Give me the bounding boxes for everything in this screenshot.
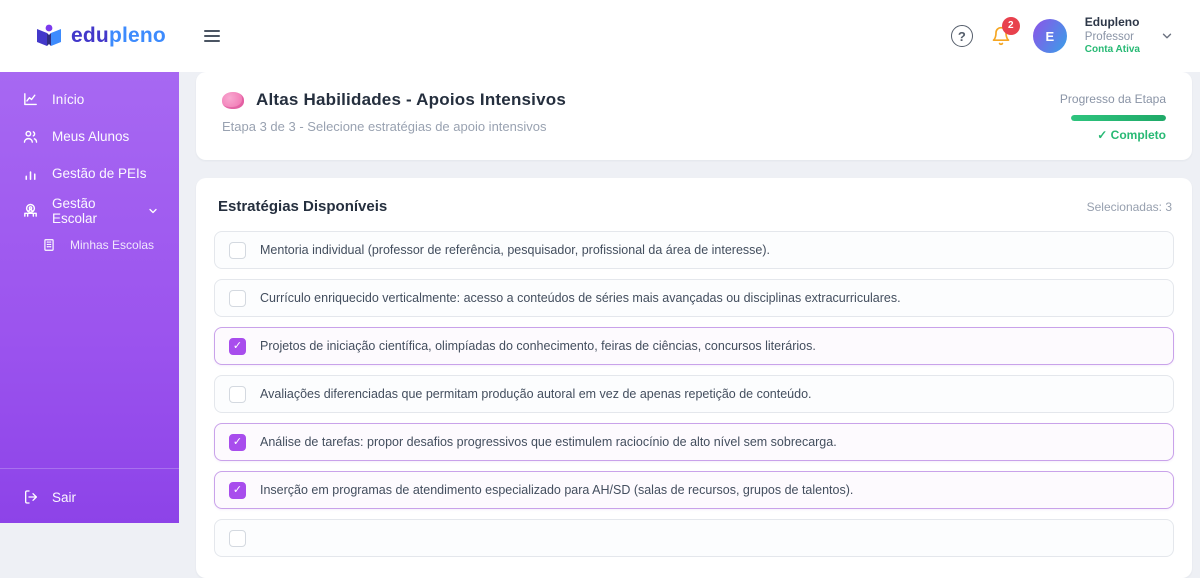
help-icon[interactable]: ? [950,25,973,47]
sidebar-item-meus-alunos[interactable]: Meus Alunos [0,118,179,155]
strategy-row-partial[interactable]: ✓ [214,519,1174,557]
building-icon [40,238,57,252]
user-name: Edupleno [1084,15,1140,30]
user-info[interactable]: Edupleno Professor Conta Ativa [1085,15,1140,57]
chevron-down-icon [147,205,159,217]
step-header-card: Altas Habilidades - Apoios Intensivos Et… [196,72,1192,160]
top-header: edupleno ? 2 E Edupleno Professor Conta … [0,0,1200,72]
logo-book-icon [37,24,61,46]
strategy-checkbox[interactable]: ✓ [229,481,246,499]
line-chart-icon [22,91,39,108]
strategy-checkbox[interactable]: ✓ [229,289,246,307]
strategy-row[interactable]: ✓ Mentoria individual (professor de refe… [214,231,1174,269]
strategy-row[interactable]: ✓ Inserção em programas de atendimento e… [214,471,1174,509]
strategy-label: Projetos de iniciação científica, olimpí… [260,339,816,353]
notification-badge: 2 [1001,17,1020,35]
sidebar-item-minhas-escolas[interactable]: Minhas Escolas [0,229,179,261]
bar-chart-icon [22,165,39,182]
sidebar-item-label: Meus Alunos [52,129,130,144]
sidebar-footer: Sair [0,468,179,523]
strategy-row[interactable]: ✓ Projetos de iniciação científica, olim… [214,327,1174,365]
check-icon: ✓ [232,483,243,496]
sidebar-item-gestao-de-peis[interactable]: Gestão de PEIs [0,155,179,192]
strategy-list: ✓ Mentoria individual (professor de refe… [214,231,1174,557]
strategies-title: Estratégias Disponíveis [218,198,388,215]
sidebar-item-label: Sair [52,489,77,505]
logout-icon [22,489,39,505]
page-title: Altas Habilidades - Apoios Intensivos [256,90,566,109]
menu-toggle-icon[interactable] [200,26,224,46]
strategy-checkbox[interactable]: ✓ [229,241,246,259]
sidebar-item-label: Gestão Escolar [52,195,98,226]
user-menu-chevron-down-icon[interactable] [1160,29,1174,43]
strategy-row[interactable]: ✓ Avaliações diferenciadas que permitam … [214,375,1174,413]
brain-icon [222,91,244,109]
sidebar: Início Meus Alunos Gestão de PEIs Gestão… [0,72,179,523]
check-icon: ✓ [232,435,243,448]
strategy-checkbox[interactable]: ✓ [229,433,246,451]
app-logo[interactable]: edupleno [34,23,166,49]
strategy-checkbox[interactable]: ✓ [229,337,246,355]
selected-count: Selecionadas: 3 [1086,199,1172,214]
strategy-label: Mentoria individual (professor de referê… [260,243,771,257]
logo-text: edupleno [71,24,166,47]
strategy-label: Currículo enriquecido verticalmente: ace… [260,291,901,305]
main-content: Altas Habilidades - Apoios Intensivos Et… [179,72,1200,578]
notifications-bell-icon[interactable]: 2 [991,17,1020,47]
sidebar-item-gestao-escolar[interactable]: Gestão Escolar [0,192,179,229]
strategy-row[interactable]: ✓ Análise de tarefas: propor desafios pr… [214,423,1174,461]
progress-block: Progresso da Etapa ✓ Completo [1060,90,1166,142]
strategy-row[interactable]: ✓ Currículo enriquecido verticalmente: a… [214,279,1174,317]
sidebar-item-label: Gestão de PEIs [52,166,147,181]
user-role: Professor [1084,31,1135,44]
users-icon [22,128,39,145]
progress-bar [1071,115,1166,121]
progress-label: Progresso da Etapa [1059,92,1166,106]
step-subtitle: Etapa 3 de 3 - Selecione estratégias de … [222,119,547,134]
progress-status: ✓ Completo [1097,128,1166,142]
check-icon: ✓ [232,339,243,352]
sidebar-item-label: Início [52,92,85,107]
strategy-checkbox[interactable]: ✓ [229,529,246,547]
strategies-card: Estratégias Disponíveis Selecionadas: 3 … [196,178,1192,578]
sidebar-item-label: Minhas Escolas [70,238,155,252]
sidebar-item-inicio[interactable]: Início [0,81,179,118]
school-icon [22,202,39,219]
strategy-label: Análise de tarefas: propor desafios prog… [260,435,837,449]
sidebar-item-sair[interactable]: Sair [0,485,179,509]
strategy-checkbox[interactable]: ✓ [229,385,246,403]
user-avatar[interactable]: E [1032,19,1067,53]
progress-fill [1071,115,1166,121]
user-status-badge: Conta Ativa [1084,44,1140,56]
strategy-label: Inserção em programas de atendimento esp… [260,483,854,497]
strategy-label: Avaliações diferenciadas que permitam pr… [260,387,812,401]
